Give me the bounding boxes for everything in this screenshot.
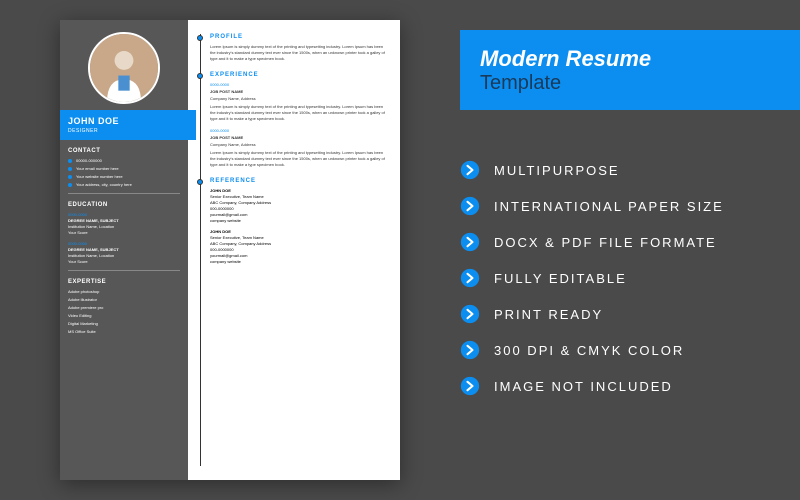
edu-dates: 0000-0000 [68, 212, 180, 217]
reference-section: REFERENCE JOHN DOESenior Executive, Team… [200, 178, 388, 265]
feature-label: FULLY EDITABLE [494, 271, 627, 286]
job-item: 0000-0000JOB POST NAMECompany Name, Addr… [210, 128, 388, 168]
job-title: JOB POST NAME [210, 135, 388, 141]
education-section: EDUCATION 0000-0000DEGREE NAME, SUBJECTI… [60, 202, 188, 264]
resume-main: PROFILE Lorem Ipsum is simply dummy text… [188, 20, 400, 480]
edu-institution: Institution Name, Location [68, 253, 180, 258]
chevron-right-icon [460, 268, 480, 288]
experience-section: EXPERIENCE 0000-0000JOB POST NAMECompany… [200, 72, 388, 168]
divider [68, 193, 180, 194]
avatar [88, 32, 160, 104]
job-body: Lorem Ipsum is simply dummy text of the … [210, 150, 388, 168]
bullet-icon [68, 183, 72, 187]
feature-item: IMAGE NOT INCLUDED [460, 376, 770, 396]
person-name: JOHN DOE [68, 116, 188, 126]
job-company: Company Name, Address [210, 142, 388, 148]
contact-header: CONTACT [68, 148, 180, 154]
reference-item: JOHN DOESenior Executive, Team NameABC C… [210, 229, 388, 265]
promo-title-2: Template [480, 72, 800, 95]
person-role: DESIGNER [68, 128, 188, 134]
education-header: EDUCATION [68, 202, 180, 208]
expertise-item: Adobe photoshop [68, 289, 180, 294]
edu-institution: Institution Name, Location [68, 224, 180, 229]
job-item: 0000-0000JOB POST NAMECompany Name, Addr… [210, 82, 388, 122]
feature-label: INTERNATIONAL PAPER SIZE [494, 199, 724, 214]
edu-score: Your Score [68, 230, 180, 235]
feature-label: 300 DPI & CMYK COLOR [494, 343, 684, 358]
avatar-placeholder-icon [90, 34, 158, 102]
feature-item: 300 DPI & CMYK COLOR [460, 340, 770, 360]
contact-item: Your email number here [68, 166, 180, 171]
chevron-right-icon [460, 160, 480, 180]
feature-label: MULTIPURPOSE [494, 163, 620, 178]
expertise-item: Adobe premiere pro [68, 305, 180, 310]
experience-header: EXPERIENCE [210, 72, 388, 78]
promo-banner: Modern Resume Template [460, 30, 800, 110]
edu-dates: 0000-0000 [68, 241, 180, 246]
reference-item: JOHN DOESenior Executive, Team NameABC C… [210, 188, 388, 224]
chevron-right-icon [460, 376, 480, 396]
name-block: JOHN DOE DESIGNER [60, 110, 196, 140]
education-item: 0000-0000DEGREE NAME, SUBJECTInstitution… [68, 212, 180, 235]
expertise-header: EXPERTISE [68, 279, 180, 285]
edu-degree: DEGREE NAME, SUBJECT [68, 247, 180, 252]
expertise-section: EXPERTISE Adobe photoshop Adobe illustrat… [60, 279, 188, 334]
ref-web: company website [210, 259, 388, 265]
chevron-right-icon [460, 340, 480, 360]
resume-sidebar: JOHN DOE DESIGNER CONTACT 00000-000000 Yo… [60, 20, 188, 480]
contact-item: 00000-000000 [68, 158, 180, 163]
feature-item: DOCX & PDF FILE FORMATE [460, 232, 770, 252]
contact-text: Your address, city, country here [76, 182, 132, 187]
contact-text: Your website number here [76, 174, 123, 179]
promo-title-1: Modern Resume [480, 46, 800, 72]
feature-item: FULLY EDITABLE [460, 268, 770, 288]
education-item: 0000-0000DEGREE NAME, SUBJECTInstitution… [68, 241, 180, 264]
job-company: Company Name, Address [210, 96, 388, 102]
section-dot-icon [197, 179, 203, 185]
section-dot-icon [197, 73, 203, 79]
job-title: JOB POST NAME [210, 89, 388, 95]
edu-degree: DEGREE NAME, SUBJECT [68, 218, 180, 223]
chevron-right-icon [460, 232, 480, 252]
resume-page: JOHN DOE DESIGNER CONTACT 00000-000000 Yo… [60, 20, 400, 480]
profile-body: Lorem Ipsum is simply dummy text of the … [210, 44, 388, 62]
expertise-item: Video Editing [68, 313, 180, 318]
bullet-icon [68, 167, 72, 171]
edu-score: Your Score [68, 259, 180, 264]
chevron-right-icon [460, 304, 480, 324]
profile-header: PROFILE [210, 34, 388, 40]
job-dates: 0000-0000 [210, 82, 388, 88]
chevron-right-icon [460, 196, 480, 216]
feature-label: IMAGE NOT INCLUDED [494, 379, 673, 394]
expertise-item: Digital Marketing [68, 321, 180, 326]
bullet-icon [68, 175, 72, 179]
profile-section: PROFILE Lorem Ipsum is simply dummy text… [200, 34, 388, 62]
feature-list: MULTIPURPOSE INTERNATIONAL PAPER SIZE DOCX… [460, 160, 770, 412]
divider [68, 270, 180, 271]
contact-section: CONTACT 00000-000000 Your email number he… [60, 148, 188, 187]
contact-text: Your email number here [76, 166, 119, 171]
ref-web: company website [210, 218, 388, 224]
bullet-icon [68, 159, 72, 163]
contact-item: Your website number here [68, 174, 180, 179]
feature-label: PRINT READY [494, 307, 603, 322]
feature-item: PRINT READY [460, 304, 770, 324]
job-dates: 0000-0000 [210, 128, 388, 134]
job-body: Lorem Ipsum is simply dummy text of the … [210, 104, 388, 122]
expertise-item: Adobe illustrator [68, 297, 180, 302]
contact-text: 00000-000000 [76, 158, 102, 163]
contact-item: Your address, city, country here [68, 182, 180, 187]
section-dot-icon [197, 35, 203, 41]
feature-item: MULTIPURPOSE [460, 160, 770, 180]
feature-label: DOCX & PDF FILE FORMATE [494, 235, 717, 250]
reference-header: REFERENCE [210, 178, 388, 184]
feature-item: INTERNATIONAL PAPER SIZE [460, 196, 770, 216]
expertise-item: MS Office Suite [68, 329, 180, 334]
